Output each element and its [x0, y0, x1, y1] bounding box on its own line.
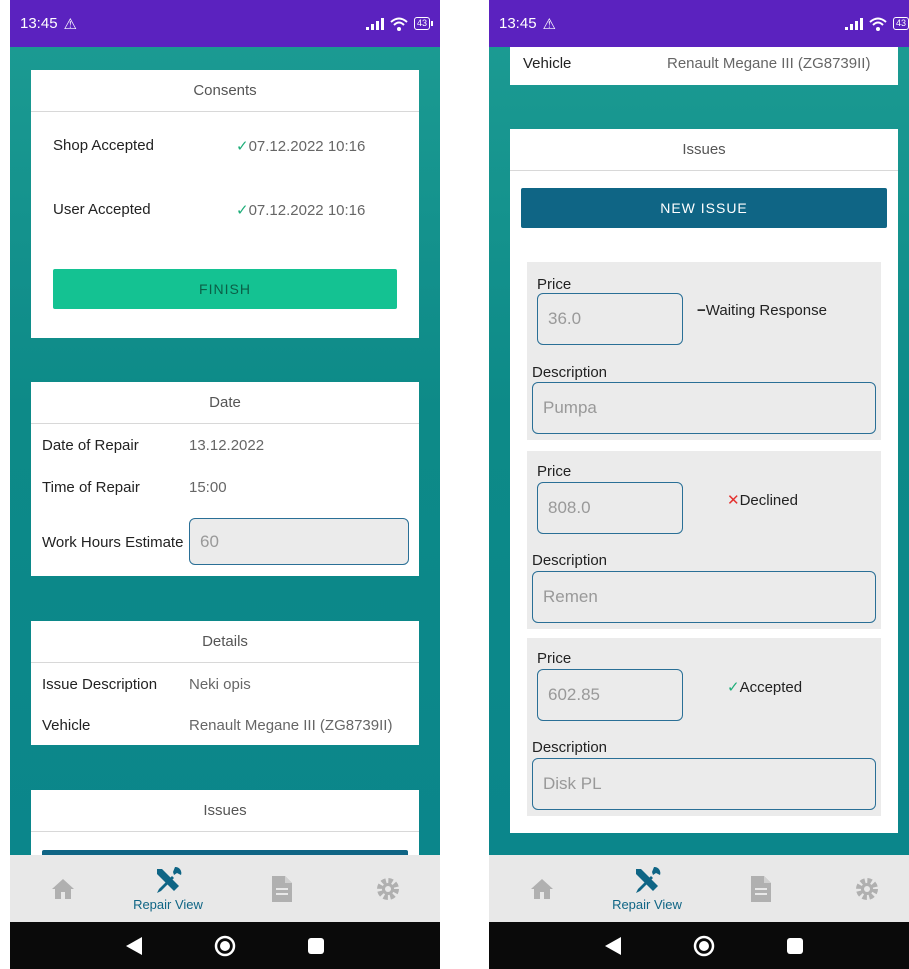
price-input[interactable]: 602.85 [537, 669, 683, 721]
signal-icon [365, 17, 384, 30]
details-card: Vehicle Renault Megane III (ZG8739II) [510, 47, 898, 85]
wifi-icon [390, 17, 408, 31]
date-of-repair-label: Date of Repair [42, 437, 139, 454]
vehicle-label: Vehicle [523, 55, 572, 72]
nav-repair-view[interactable]: Repair View [118, 855, 218, 922]
bottom-navigation: Repair View [489, 855, 909, 922]
card-title: Consents [31, 70, 419, 112]
home-circle-icon[interactable] [214, 935, 236, 957]
description-input[interactable]: Remen [532, 571, 876, 623]
card-title: Issues [31, 790, 419, 832]
declined-icon: ✕ [727, 492, 740, 509]
issues-card: Issues [31, 790, 419, 855]
issue-item: Price 36.0 −Waiting Response Description… [527, 262, 881, 440]
status-bar: 13:45 ⚠ 43 [489, 0, 909, 47]
issue-item: Price 602.85 ✓Accepted Description Disk … [527, 638, 881, 816]
time-of-repair-label: Time of Repair [42, 479, 140, 496]
vehicle-label: Vehicle [42, 717, 91, 734]
nav-repair-label: Repair View [612, 897, 682, 912]
nav-settings[interactable] [338, 855, 438, 922]
issue-status: ✕Declined [727, 492, 798, 509]
scroll-content[interactable]: Vehicle Renault Megane III (ZG8739II) Is… [489, 47, 909, 855]
issue-item: Price 808.0 ✕Declined Description Remen [527, 451, 881, 629]
tools-icon [157, 866, 182, 893]
scroll-content[interactable]: Consents Shop Accepted ✓07.12.2022 10:16… [10, 47, 440, 855]
shop-accepted-label: Shop Accepted [53, 137, 154, 154]
user-accepted-label: User Accepted [53, 201, 151, 218]
description-input[interactable]: Disk PL [532, 758, 876, 810]
home-icon [52, 878, 74, 899]
shop-accepted-value: ✓07.12.2022 10:16 [236, 138, 366, 155]
signal-icon [844, 17, 863, 30]
home-icon [531, 878, 553, 899]
battery-icon: 43 [413, 17, 434, 30]
price-label: Price [537, 650, 572, 667]
date-card: Date Date of Repair 13.12.2022 Time of R… [31, 382, 419, 576]
nav-settings[interactable] [817, 855, 909, 922]
description-input[interactable]: Pumpa [532, 382, 876, 434]
issue-description-value: Neki opis [189, 676, 251, 693]
nav-repair-label: Repair View [133, 897, 203, 912]
system-navigation [10, 922, 440, 969]
nav-repair-view[interactable]: Repair View [597, 855, 697, 922]
system-navigation [489, 922, 909, 969]
finish-button[interactable]: FINISH [53, 269, 397, 309]
date-of-repair-value: 13.12.2022 [189, 437, 265, 454]
card-title: Details [31, 621, 419, 663]
battery-icon: 43 [892, 17, 909, 30]
tools-icon [636, 866, 661, 893]
issue-status: −Waiting Response [697, 302, 827, 319]
card-title: Date [31, 382, 419, 424]
bottom-navigation: Repair View [10, 855, 440, 922]
check-icon: ✓ [236, 138, 249, 155]
work-hours-input[interactable]: 60 [189, 518, 409, 565]
alert-icon: ⚠ [542, 15, 556, 33]
new-issue-button[interactable]: NEW ISSUE [521, 188, 887, 228]
details-card: Details Issue Description Neki opis Vehi… [31, 621, 419, 745]
recents-icon[interactable] [308, 937, 324, 954]
back-icon[interactable] [126, 936, 142, 955]
vehicle-value: Renault Megane III (ZG8739II) [667, 55, 871, 72]
nav-home[interactable] [492, 855, 592, 922]
issues-card: Issues NEW ISSUE Price 36.0 −Waiting Res… [510, 129, 898, 833]
time-of-repair-value: 15:00 [189, 479, 227, 496]
phone-screen-left: 13:45 ⚠ 43 Consents Shop Accepted ✓07.12… [10, 0, 440, 969]
description-label: Description [532, 552, 608, 569]
nav-documents[interactable] [232, 855, 332, 922]
phone-screen-right: 13:45 ⚠ 43 Vehicle Renault Megane III (Z… [489, 0, 909, 969]
gear-icon [856, 877, 878, 900]
user-accepted-value: ✓07.12.2022 10:16 [236, 202, 366, 219]
vehicle-value: Renault Megane III (ZG8739II) [189, 717, 393, 734]
status-bar: 13:45 ⚠ 43 [10, 0, 440, 47]
price-input[interactable]: 36.0 [537, 293, 683, 345]
document-icon [751, 875, 771, 902]
home-circle-icon[interactable] [693, 935, 715, 957]
document-icon [272, 875, 292, 902]
nav-documents[interactable] [711, 855, 811, 922]
description-label: Description [532, 364, 608, 381]
check-icon: ✓ [236, 202, 249, 219]
price-input[interactable]: 808.0 [537, 482, 683, 534]
price-label: Price [537, 463, 572, 480]
wifi-icon [869, 17, 887, 31]
gear-icon [377, 877, 399, 900]
alert-icon: ⚠ [63, 15, 77, 33]
description-label: Description [532, 739, 608, 756]
accepted-icon: ✓ [727, 679, 740, 696]
consents-card: Consents Shop Accepted ✓07.12.2022 10:16… [31, 70, 419, 338]
issue-description-label: Issue Description [42, 676, 158, 693]
back-icon[interactable] [605, 936, 621, 955]
status-time: 13:45 [499, 15, 537, 32]
card-title: Issues [510, 129, 898, 171]
price-label: Price [537, 276, 572, 293]
work-hours-label: Work Hours Estimate [42, 534, 184, 551]
nav-home[interactable] [13, 855, 113, 922]
waiting-icon: − [697, 302, 706, 319]
issue-status: ✓Accepted [727, 679, 803, 696]
recents-icon[interactable] [787, 937, 803, 954]
status-time: 13:45 [20, 15, 58, 32]
